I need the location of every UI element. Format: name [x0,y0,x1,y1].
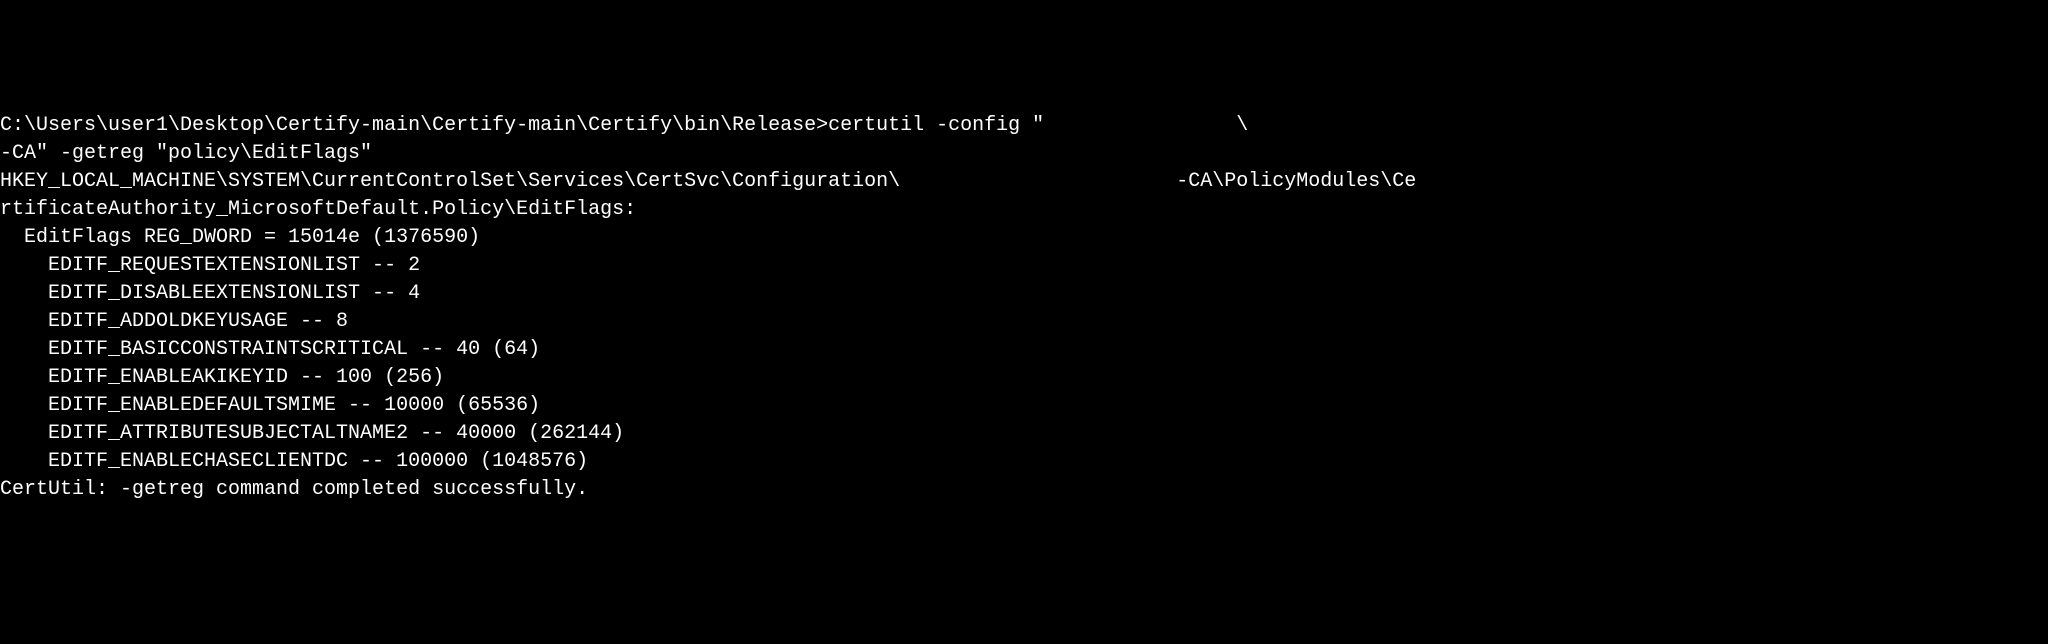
registry-path-line-2: rtificateAuthority_MicrosoftDefault.Poli… [0,196,2048,224]
flag-enableakikeyid: EDITF_ENABLEAKIKEYID -- 100 (256) [0,364,2048,392]
flag-addoldkeyusage: EDITF_ADDOLDKEYUSAGE -- 8 [0,308,2048,336]
command-continuation-line: -CA" -getreg "policy\EditFlags" [0,140,2048,168]
flag-enabledefaultsmime: EDITF_ENABLEDEFAULTSMIME -- 10000 (65536… [0,392,2048,420]
command-prompt-line: C:\Users\user1\Desktop\Certify-main\Cert… [0,112,2048,140]
completion-message: CertUtil: -getreg command completed succ… [0,476,2048,504]
flag-requestextensionlist: EDITF_REQUESTEXTENSIONLIST -- 2 [0,252,2048,280]
flag-attributesubjectaltname2: EDITF_ATTRIBUTESUBJECTALTNAME2 -- 40000 … [0,420,2048,448]
flag-enablechaseclientdc: EDITF_ENABLECHASECLIENTDC -- 100000 (104… [0,448,2048,476]
registry-path-line-1: HKEY_LOCAL_MACHINE\SYSTEM\CurrentControl… [0,168,2048,196]
editflags-header: EditFlags REG_DWORD = 15014e (1376590) [0,224,2048,252]
terminal-output: C:\Users\user1\Desktop\Certify-main\Cert… [0,112,2048,504]
flag-disableextensionlist: EDITF_DISABLEEXTENSIONLIST -- 4 [0,280,2048,308]
flag-basicconstraintscritical: EDITF_BASICCONSTRAINTSCRITICAL -- 40 (64… [0,336,2048,364]
